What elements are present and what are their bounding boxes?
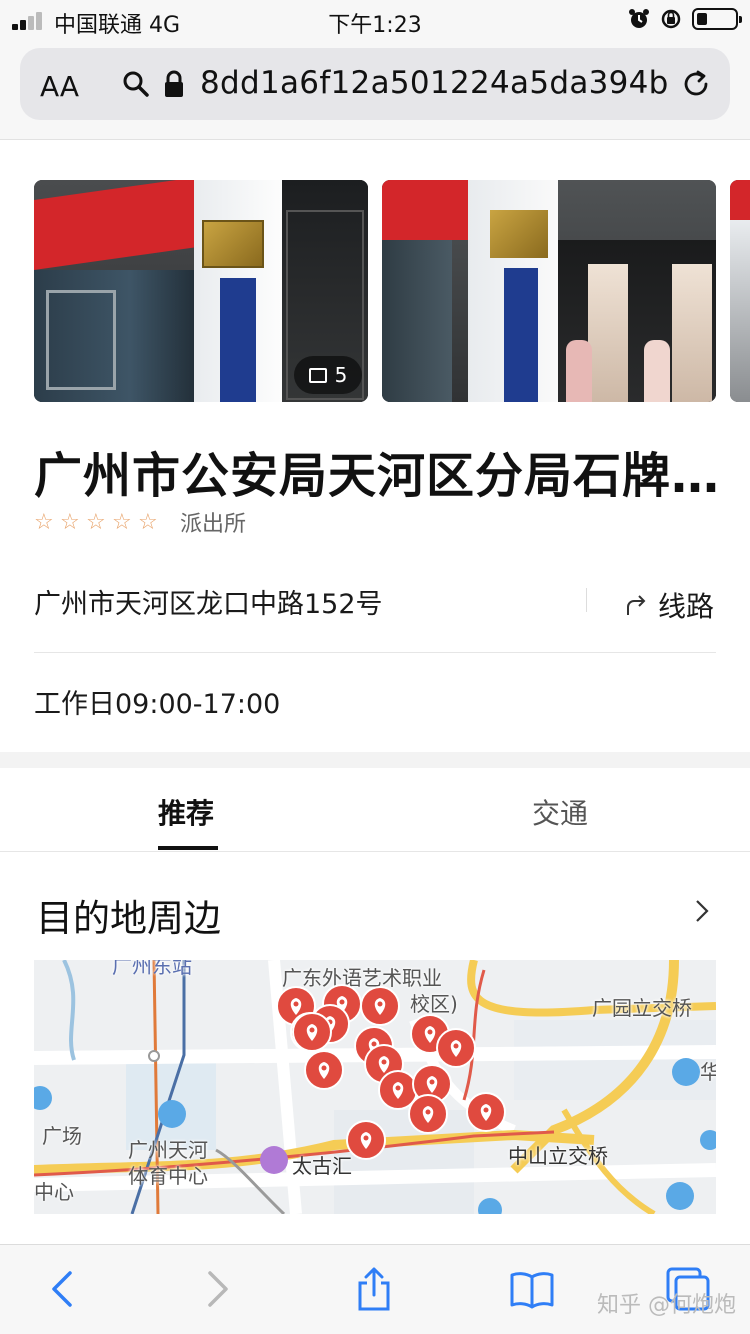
map-pin[interactable]: [346, 1120, 386, 1160]
star-outline-icon: ☆: [60, 509, 80, 535]
route-arrow-icon: [627, 595, 646, 615]
place-address[interactable]: 广州市天河区龙口中路152号: [34, 582, 383, 621]
back-icon[interactable]: [40, 1267, 84, 1311]
alarm-icon: [629, 9, 649, 28]
map-pin[interactable]: [360, 986, 400, 1026]
photo-count-badge[interactable]: 5: [294, 356, 362, 394]
tab-bar: 推荐 交通: [0, 768, 750, 852]
star-outline-icon: ☆: [86, 509, 106, 535]
image-icon: [308, 367, 327, 383]
browser-toolbar: 知乎 @何炮炮: [0, 1244, 750, 1334]
chevron-right-icon[interactable]: [692, 898, 712, 924]
battery-icon: [692, 8, 742, 30]
star-outline-icon: ☆: [112, 509, 132, 535]
search-icon: [123, 71, 149, 97]
star-outline-icon: ☆: [138, 509, 158, 535]
section-separator: [0, 752, 750, 768]
lock-icon: [165, 70, 183, 97]
route-button[interactable]: 线路: [624, 585, 714, 625]
map-pin[interactable]: [466, 1092, 506, 1132]
star-outline-icon: ☆: [34, 509, 54, 535]
place-photo[interactable]: [382, 180, 716, 402]
map-pin[interactable]: [304, 1050, 344, 1090]
orientation-lock-icon: [661, 9, 681, 29]
status-bar: 中国联通 4G 下午1:23: [0, 0, 750, 40]
tab-recommend[interactable]: 推荐: [158, 792, 214, 832]
watermark: 知乎 @何炮炮: [597, 1293, 736, 1318]
place-photo[interactable]: 5: [34, 180, 368, 402]
divider: [34, 652, 716, 653]
rating-row: ☆ ☆ ☆ ☆ ☆ 派出所: [34, 506, 246, 538]
nearby-map[interactable]: 广州东站 广东外语艺术职业 校区) 广园立交桥 华 广场 中心 广州天河 体育中…: [34, 960, 716, 1214]
reload-icon[interactable]: [680, 68, 712, 100]
place-photo[interactable]: [730, 180, 750, 402]
divider: [586, 588, 587, 612]
browser-top-bar: AA 8dd1a6f12a501224a5da394b: [0, 40, 750, 140]
place-title: 广州市公安局天河区分局石牌…: [34, 448, 721, 504]
route-label: 线路: [658, 590, 715, 623]
share-icon[interactable]: [352, 1267, 396, 1311]
photo-count: 5: [334, 363, 348, 387]
photo-gallery[interactable]: 5: [34, 180, 750, 402]
forward-icon[interactable]: [196, 1267, 240, 1311]
map-pin[interactable]: [292, 1012, 332, 1052]
map-pins[interactable]: [34, 960, 716, 1214]
bookmarks-icon[interactable]: [510, 1267, 554, 1311]
map-pin[interactable]: [408, 1094, 448, 1134]
address-bar[interactable]: AA 8dd1a6f12a501224a5da394b: [20, 48, 730, 120]
url-text[interactable]: 8dd1a6f12a501224a5da394b: [200, 65, 669, 101]
tab-active-indicator: [158, 846, 218, 850]
tab-traffic[interactable]: 交通: [532, 792, 588, 832]
place-category: 派出所: [180, 512, 247, 537]
nearby-section-title[interactable]: 目的地周边: [36, 888, 221, 942]
text-size-button[interactable]: AA: [40, 70, 79, 103]
status-icons: [628, 8, 742, 30]
opening-hours: 工作日09:00-17:00: [34, 689, 281, 720]
map-pin[interactable]: [436, 1028, 476, 1068]
